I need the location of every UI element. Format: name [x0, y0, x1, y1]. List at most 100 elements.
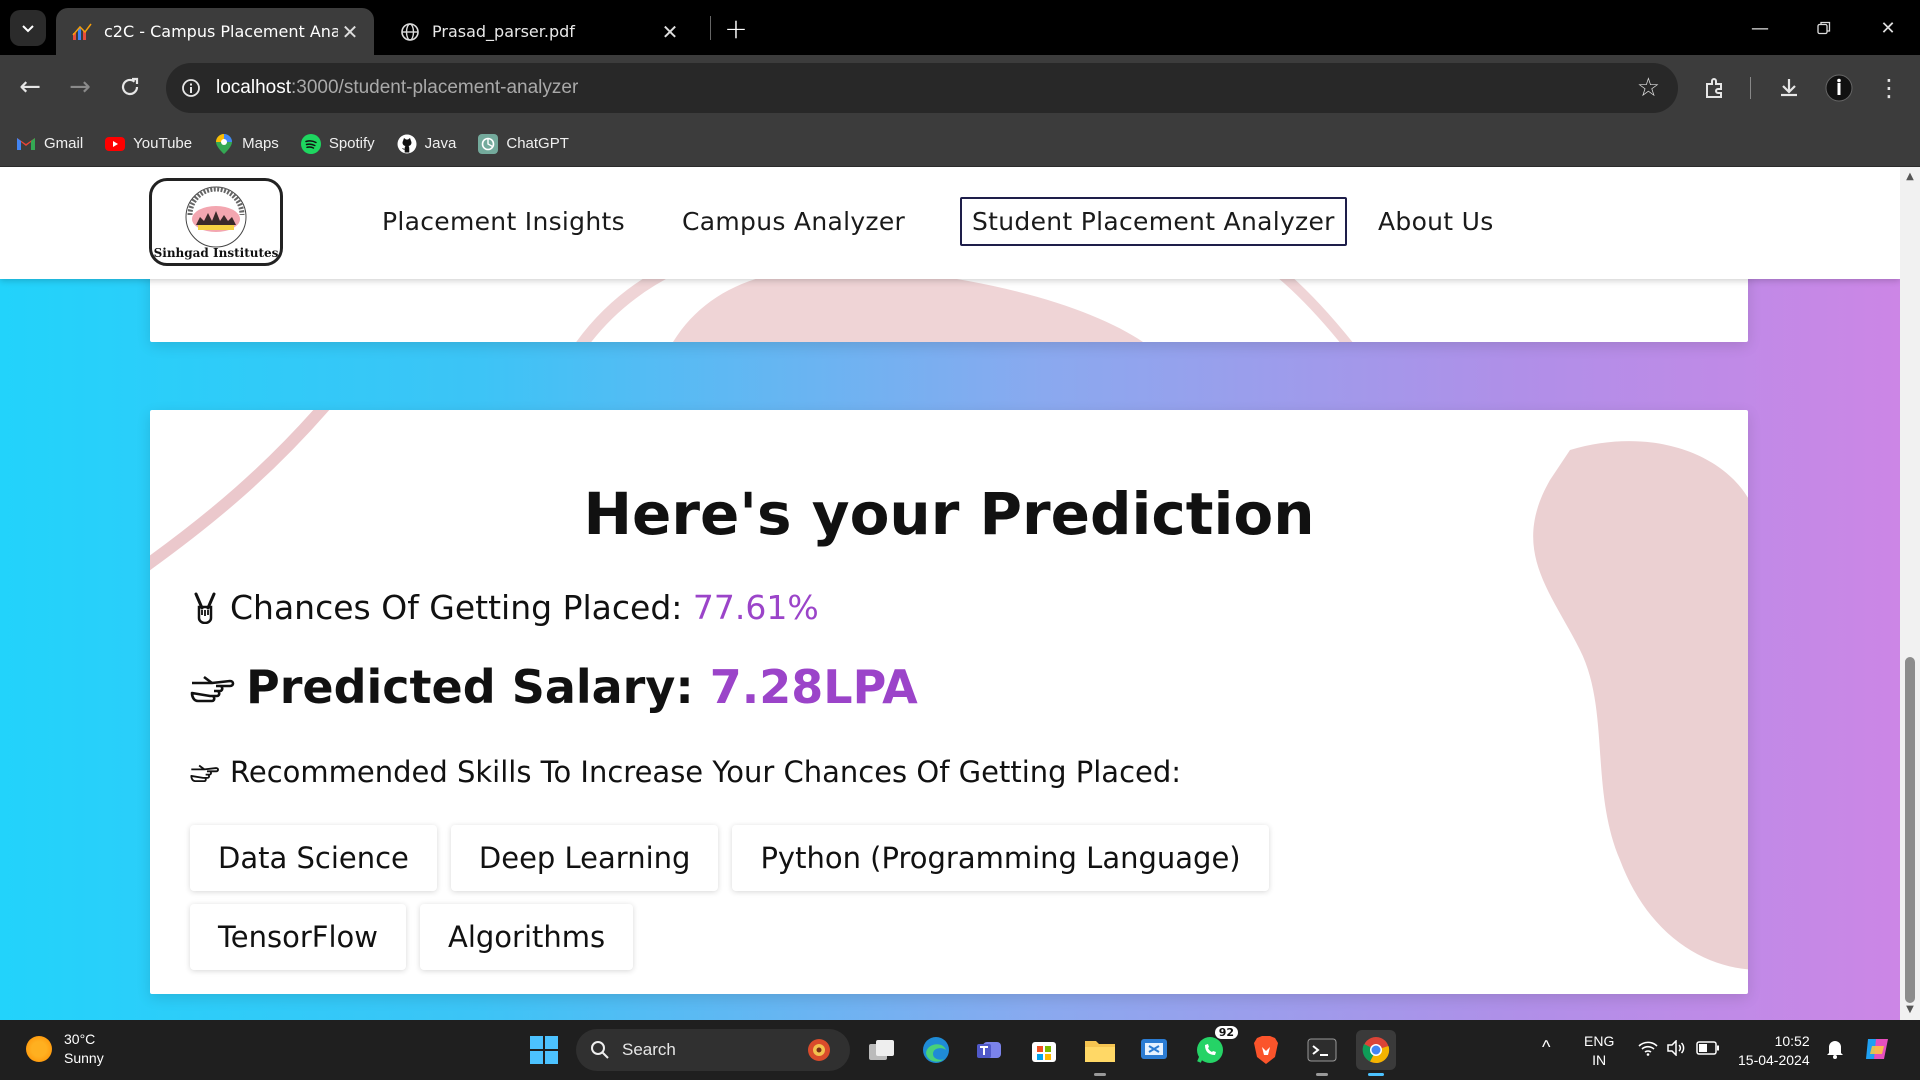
tab-search-button[interactable] [10, 10, 46, 46]
whatsapp-badge: 92 [1214, 1026, 1238, 1039]
extensions-icon[interactable] [1698, 71, 1732, 105]
bookmark-spotify[interactable]: Spotify [300, 133, 375, 154]
nav-placement-insights[interactable]: Placement Insights [382, 207, 625, 236]
logo-text: Sinhgad Institutes [154, 246, 279, 260]
url-text: localhost:3000/student-placement-analyze… [216, 77, 578, 99]
salary-row: Predicted Salary : 7.28LPA [190, 660, 918, 714]
copilot-icon[interactable] [1862, 1034, 1892, 1069]
scroll-down-icon[interactable]: ▼ [1904, 1004, 1916, 1016]
browser-toolbar: ← → localhost:3000/student-placement-ana… [0, 55, 1920, 121]
reload-icon[interactable] [112, 69, 148, 105]
remote-desktop-icon[interactable] [1134, 1030, 1174, 1070]
skill-chip[interactable]: Deep Learning [450, 825, 719, 891]
task-view-icon[interactable] [862, 1030, 902, 1070]
skill-chip[interactable]: Algorithms [419, 904, 634, 970]
bookmark-chatgpt[interactable]: ChatGPT [478, 133, 569, 154]
wifi-icon[interactable] [1638, 1040, 1658, 1061]
nav-student-placement-analyzer[interactable]: Student Placement Analyzer [960, 197, 1347, 246]
microsoft-store-icon[interactable] [1024, 1030, 1064, 1070]
bookmark-maps[interactable]: Maps [214, 133, 279, 154]
salary-colon: : [675, 660, 710, 714]
tab-title: Prasad_parser.pdf [432, 22, 575, 41]
skill-chip[interactable]: Data Science [190, 825, 437, 891]
clock[interactable]: 10:52 15-04-2024 [1738, 1032, 1810, 1070]
menu-kebab-icon[interactable]: ⋮ [1872, 71, 1906, 105]
chance-row: Chances Of Getting Placed : 77.61% [190, 588, 819, 627]
clock-time: 10:52 [1774, 1033, 1810, 1049]
close-tab-icon[interactable]: ✕ [338, 20, 362, 44]
chrome-icon[interactable] [1356, 1030, 1396, 1076]
maps-icon [214, 133, 234, 154]
page-scrollbar[interactable]: ▲ ▼ [1900, 167, 1920, 1020]
chance-label: Chances Of Getting Placed [230, 588, 672, 627]
bookmarks-bar: Gmail YouTube Maps Spotify Java ChatGPT [0, 121, 1920, 167]
browser-tab-strip: c2C - Campus Placement Analyzer ✕ Prasad… [0, 0, 1920, 55]
close-window-icon[interactable]: ✕ [1868, 10, 1908, 46]
download-icon[interactable] [1772, 71, 1806, 105]
bookmark-label: ChatGPT [506, 135, 569, 152]
windows-start-icon[interactable] [524, 1030, 564, 1070]
chevron-down-icon [22, 25, 34, 33]
tab-divider [710, 16, 711, 40]
tab-prasad-parser[interactable]: Prasad_parser.pdf ✕ [384, 8, 694, 55]
skill-chip[interactable]: TensorFlow [190, 904, 406, 970]
profile-avatar-icon[interactable] [1822, 71, 1856, 105]
notification-bell-icon[interactable] [1826, 1039, 1844, 1064]
site-info-icon[interactable] [166, 78, 216, 98]
address-bar[interactable]: localhost:3000/student-placement-analyze… [166, 63, 1678, 113]
edge-icon[interactable] [916, 1030, 956, 1070]
battery-icon[interactable] [1696, 1041, 1720, 1060]
language-indicator[interactable]: ENG IN [1584, 1032, 1614, 1070]
site-navbar: Sinhgad Institutes Placement Insights Ca… [0, 167, 1900, 279]
forward-icon[interactable]: → [62, 69, 98, 105]
volume-icon[interactable] [1666, 1039, 1686, 1061]
sinhgad-logo[interactable]: Sinhgad Institutes [149, 178, 283, 266]
taskbar-search[interactable]: Search [576, 1029, 850, 1071]
skills-row: Recommended Skills To Increase Your Chan… [190, 755, 1181, 789]
bookmark-star-icon[interactable]: ☆ [1637, 73, 1660, 103]
bookmark-gmail[interactable]: Gmail [16, 134, 83, 154]
globe-icon [400, 22, 420, 42]
running-indicator [1316, 1073, 1328, 1076]
weather-desc: Sunny [64, 1050, 104, 1066]
nav-about-us[interactable]: About Us [1378, 207, 1494, 236]
weather-widget[interactable]: 30°C Sunny [26, 1030, 104, 1068]
scrollbar-thumb[interactable] [1905, 657, 1915, 1003]
restore-icon[interactable] [1804, 10, 1844, 46]
bookmark-label: Gmail [44, 135, 84, 152]
brave-icon[interactable] [1246, 1030, 1286, 1070]
scroll-up-icon[interactable]: ▲ [1904, 171, 1916, 183]
whatsapp-icon[interactable]: 92 [1190, 1026, 1238, 1070]
tab-campus-placement-analyzer[interactable]: c2C - Campus Placement Analyzer ✕ [56, 8, 374, 55]
bookmark-java[interactable]: Java [397, 134, 456, 154]
file-explorer-icon[interactable] [1080, 1030, 1120, 1076]
search-placeholder: Search [622, 1040, 676, 1059]
new-tab-button[interactable]: + [720, 12, 752, 45]
back-icon[interactable]: ← [12, 69, 48, 105]
nav-campus-analyzer[interactable]: Campus Analyzer [682, 207, 905, 236]
salary-value: 7.28LPA [709, 660, 918, 714]
gmail-icon [16, 134, 36, 154]
skills-label: Recommended Skills To Increase Your Chan… [230, 755, 1172, 789]
chance-colon: : [671, 588, 693, 627]
skill-chip[interactable]: Python (Programming Language) [732, 825, 1269, 891]
youtube-icon [105, 134, 126, 154]
teams-icon[interactable] [970, 1030, 1010, 1070]
lang-bottom: IN [1592, 1052, 1607, 1068]
chart-favicon-icon [72, 22, 92, 42]
bookmark-label: Maps [242, 135, 279, 152]
active-indicator [1368, 1073, 1384, 1076]
clock-date: 15-04-2024 [1738, 1052, 1810, 1068]
search-icon [591, 1041, 609, 1059]
bookmark-label: Spotify [328, 135, 375, 152]
show-hidden-icons-icon[interactable]: ^ [1542, 1038, 1550, 1057]
close-tab-icon[interactable]: ✕ [658, 20, 682, 44]
terminal-icon[interactable] [1302, 1030, 1342, 1076]
toolbar-divider [1750, 77, 1751, 99]
url-path: :3000/student-placement-analyzer [291, 77, 579, 98]
minimize-icon[interactable]: — [1740, 10, 1780, 46]
prediction-title: Here's your Prediction [583, 480, 1315, 548]
chatgpt-icon [478, 133, 499, 154]
bookmark-youtube[interactable]: YouTube [105, 134, 192, 154]
sun-icon [26, 1036, 52, 1062]
